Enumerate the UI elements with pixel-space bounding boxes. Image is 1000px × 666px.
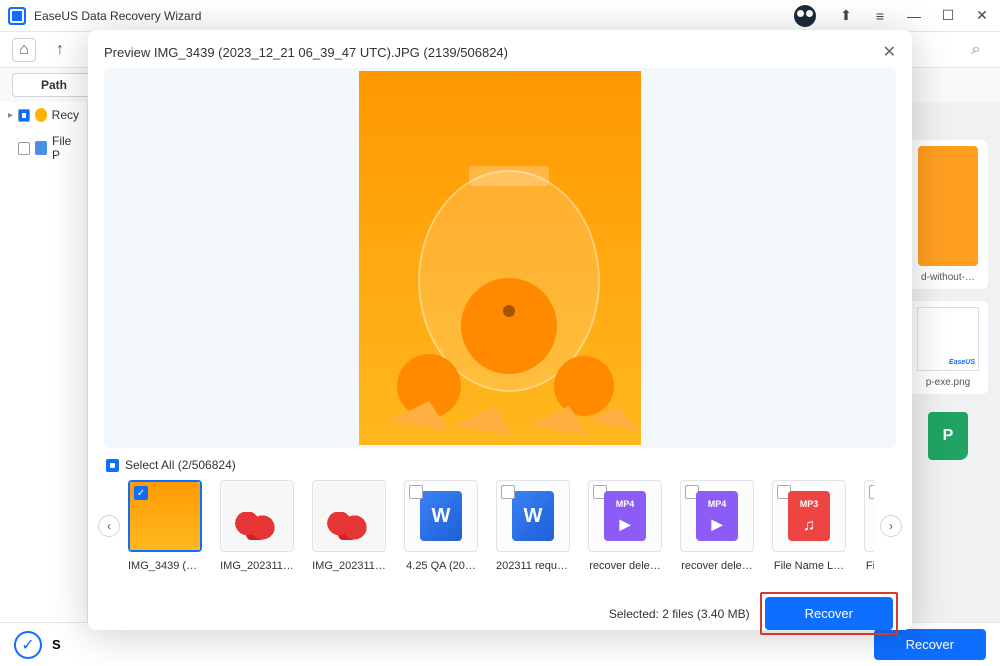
maximize-icon[interactable]: ☐ — [938, 6, 958, 26]
thumb-item[interactable]: MP4 recover dele… — [680, 480, 754, 572]
thumb-item[interactable]: IMG_202311… — [312, 480, 386, 572]
thumb-caption: recover dele… — [588, 560, 662, 572]
thumb-box[interactable]: W — [496, 480, 570, 552]
menu-icon[interactable]: ≡ — [870, 6, 890, 26]
home-icon[interactable]: ⌂ — [12, 38, 36, 62]
modal-title: Preview IMG_3439 (2023_12_21 06_39_47 UT… — [104, 45, 883, 60]
select-all-row[interactable]: Select All (2/506824) — [88, 452, 912, 476]
app-icon — [8, 7, 26, 25]
bg-cards: d-without-… EaseUS p-exe.png — [908, 140, 988, 478]
app-title: EaseUS Data Recovery Wizard — [34, 9, 794, 23]
thumb-box[interactable]: MP4 — [588, 480, 662, 552]
checkbox-icon[interactable] — [501, 485, 515, 499]
bg-caption: p-exe.png — [914, 377, 982, 388]
next-button[interactable]: › — [880, 515, 902, 537]
sidebar: ▸ Recy ▸ File P — [0, 102, 88, 622]
thumb-item[interactable]: MP3 File Name L… — [864, 480, 874, 572]
thumb-caption: IMG_3439 (2… — [128, 560, 202, 572]
recover-button[interactable]: Recover — [765, 597, 893, 630]
thumb-strip: IMG_3439 (2… IMG_202311… IMG_202311… W 4.25 … — [126, 476, 874, 576]
modal-header: Preview IMG_3439 (2023_12_21 06_39_47 UT… — [88, 30, 912, 68]
thumb-box[interactable] — [220, 480, 294, 552]
task-status: S — [52, 637, 61, 652]
selected-summary: Selected: 2 files (3.40 MB) — [609, 607, 750, 621]
titlebar: EaseUS Data Recovery Wizard ⬆ ≡ — ☐ ✕ — [0, 0, 1000, 32]
thumb-caption: File Name L… — [864, 560, 874, 572]
close-icon[interactable]: ✕ — [972, 6, 992, 26]
mp3-icon: MP3 — [788, 491, 830, 541]
bg-thumb-icon — [918, 146, 978, 266]
owl-icon[interactable] — [794, 5, 816, 27]
thumb-box[interactable]: MP4 — [680, 480, 754, 552]
bg-card[interactable] — [908, 406, 988, 466]
checkbox-partial-icon[interactable] — [106, 459, 119, 472]
titlebar-controls: ⬆ ≡ — ☐ ✕ — [794, 5, 992, 27]
task-check-icon[interactable]: ✓ — [14, 631, 42, 659]
recover-highlight: Recover — [760, 592, 898, 635]
chevron-right-icon: ▸ — [8, 110, 13, 121]
word-doc-icon: W — [420, 491, 462, 541]
preview-modal: Preview IMG_3439 (2023_12_21 06_39_47 UT… — [88, 30, 912, 630]
sidebar-item-label: File P — [52, 134, 79, 162]
thumb-strip-wrap: ‹ IMG_3439 (2… IMG_202311… IMG_202311… W 4.2… — [88, 476, 912, 576]
search-icon[interactable]: ⌕ — [964, 38, 988, 62]
file-icon — [35, 141, 47, 155]
checkbox-icon[interactable] — [869, 485, 874, 499]
thumb-box[interactable]: MP3 — [864, 480, 874, 552]
sidebar-item-label: Recy — [52, 108, 79, 122]
select-all-label: Select All (2/506824) — [125, 458, 236, 472]
word-doc-icon: W — [512, 491, 554, 541]
thumb-box[interactable] — [312, 480, 386, 552]
thumb-caption: IMG_202311… — [312, 560, 386, 572]
thumb-box[interactable]: MP3 — [772, 480, 846, 552]
image-thumb-icon — [222, 482, 292, 550]
thumb-item[interactable]: W 202311 requi… — [496, 480, 570, 572]
sidebar-item-filep[interactable]: ▸ File P — [0, 128, 87, 168]
bg-card[interactable]: d-without-… — [908, 140, 988, 289]
thumb-box[interactable]: W — [404, 480, 478, 552]
sidebar-item-recycle[interactable]: ▸ Recy — [0, 102, 87, 128]
bg-card[interactable]: EaseUS p-exe.png — [908, 301, 988, 394]
image-thumb-icon — [314, 482, 384, 550]
checkbox-icon[interactable] — [409, 485, 423, 499]
minimize-icon[interactable]: — — [904, 6, 924, 26]
upload-icon[interactable]: ⬆ — [836, 6, 856, 26]
thumb-item[interactable]: IMG_3439 (2… — [128, 480, 202, 572]
prev-button[interactable]: ‹ — [98, 515, 120, 537]
up-icon[interactable]: ↑ — [48, 38, 72, 62]
checkbox-icon[interactable] — [134, 486, 148, 500]
checkbox-partial-icon[interactable] — [18, 109, 30, 122]
mp4-icon: MP4 — [604, 491, 646, 541]
thumb-box[interactable] — [128, 480, 202, 552]
thumb-item[interactable]: MP3 File Name L… — [772, 480, 846, 572]
path-pill[interactable]: Path — [12, 73, 96, 97]
thumb-item[interactable]: MP4 recover dele… — [588, 480, 662, 572]
bg-thumb-icon: EaseUS — [917, 307, 979, 371]
preview-area — [104, 68, 896, 448]
thumb-caption: 4.25 QA (20… — [404, 560, 478, 572]
thumb-caption: 202311 requi… — [496, 560, 570, 572]
bg-caption: d-without-… — [914, 272, 982, 283]
thumb-item[interactable]: W 4.25 QA (20… — [404, 480, 478, 572]
bg-green-icon — [928, 412, 968, 460]
checkbox-icon[interactable] — [18, 142, 30, 155]
thumb-caption: IMG_202311… — [220, 560, 294, 572]
mp4-icon: MP4 — [696, 491, 738, 541]
thumb-caption: File Name L… — [772, 560, 846, 572]
thumb-caption: recover dele… — [680, 560, 754, 572]
modal-footer: Selected: 2 files (3.40 MB) Recover — [88, 582, 912, 649]
recycle-bin-icon — [35, 108, 47, 122]
thumb-item[interactable]: IMG_202311… — [220, 480, 294, 572]
close-icon[interactable]: ✕ — [883, 42, 896, 62]
preview-image — [359, 71, 641, 445]
